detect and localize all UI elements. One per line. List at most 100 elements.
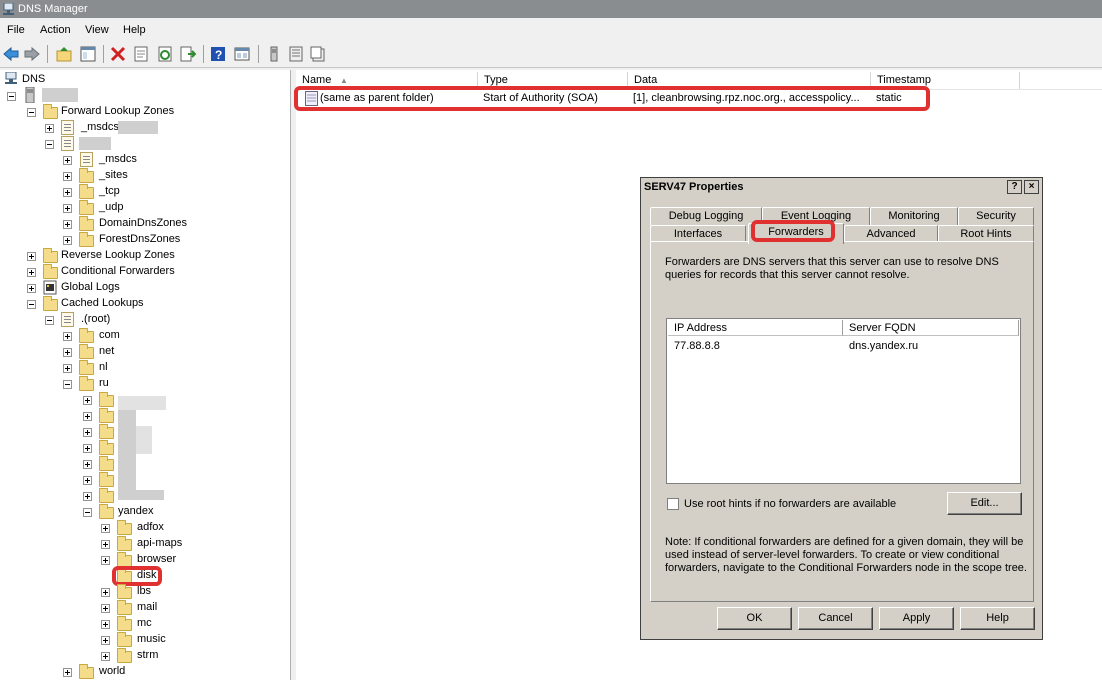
collapse-icon[interactable] (27, 300, 36, 309)
expand-icon[interactable] (101, 620, 110, 629)
expand-icon[interactable] (63, 188, 72, 197)
expand-icon[interactable] (101, 540, 110, 549)
expand-icon[interactable] (27, 268, 36, 277)
tree-item-forestdnszones[interactable]: ForestDnsZones (99, 233, 180, 245)
tab-security[interactable]: Security (958, 207, 1034, 225)
back-icon[interactable] (3, 46, 19, 62)
ok-button[interactable]: OK (717, 607, 792, 630)
expand-icon[interactable] (63, 156, 72, 165)
tree-item-yandex[interactable]: yandex (118, 505, 153, 517)
tree-item-domaindnszones[interactable]: DomainDnsZones (99, 217, 187, 229)
tree-item-lbs[interactable]: lbs (137, 585, 151, 597)
menu-file[interactable]: File (7, 24, 25, 36)
expand-icon[interactable] (63, 220, 72, 229)
tree-item-mc[interactable]: mc (137, 617, 152, 629)
expand-icon[interactable] (83, 460, 92, 469)
tree-item-com[interactable]: com (99, 329, 120, 341)
tab-debug-logging[interactable]: Debug Logging (650, 207, 762, 225)
refresh-icon[interactable] (157, 46, 173, 62)
tree-item-msdcs-zone[interactable]: _msdcs. (81, 121, 122, 133)
expand-icon[interactable] (45, 124, 54, 133)
tree-item-root[interactable]: .(root) (81, 313, 110, 325)
column-header-server-fqdn[interactable]: Server FQDN (843, 320, 1019, 336)
collapse-icon[interactable] (45, 140, 54, 149)
expand-icon[interactable] (63, 668, 72, 677)
tree-item-udp[interactable]: _udp (99, 201, 123, 213)
properties-icon[interactable] (133, 46, 149, 62)
cancel-button[interactable]: Cancel (798, 607, 873, 630)
up-folder-icon[interactable] (56, 46, 72, 62)
tree-item-music[interactable]: music (137, 633, 166, 645)
expand-icon[interactable] (27, 284, 36, 293)
forwarders-list[interactable]: IP Address Server FQDN 77.88.8.8 dns.yan… (666, 318, 1021, 484)
expand-icon[interactable] (101, 652, 110, 661)
expand-icon[interactable] (63, 172, 72, 181)
expand-icon[interactable] (63, 332, 72, 341)
tree-item-browser[interactable]: browser (137, 553, 176, 565)
redacted-server-name (42, 88, 78, 102)
tree-item-ru[interactable]: ru (99, 377, 109, 389)
expand-icon[interactable] (83, 428, 92, 437)
expand-icon[interactable] (83, 444, 92, 453)
tree-item-cached-lookups[interactable]: Cached Lookups (61, 297, 144, 309)
toolbar-separator (47, 45, 48, 63)
menu-action[interactable]: Action (40, 24, 71, 36)
tree-item-conditional-forwarders[interactable]: Conditional Forwarders (61, 265, 175, 277)
tree-item-dns[interactable]: DNS (22, 73, 45, 85)
tree-item-global-logs[interactable]: Global Logs (61, 281, 120, 293)
mmc-icon[interactable] (234, 46, 250, 62)
collapse-icon[interactable] (45, 316, 54, 325)
expand-icon[interactable] (63, 204, 72, 213)
tree-item-strm[interactable]: strm (137, 649, 158, 661)
expand-icon[interactable] (101, 556, 110, 565)
tree-item-mail[interactable]: mail (137, 601, 157, 613)
tree-item-forward-lookup-zones[interactable]: Forward Lookup Zones (61, 105, 174, 117)
help-button[interactable]: ? (1007, 180, 1022, 194)
server-icon[interactable] (266, 46, 282, 62)
collapse-icon[interactable] (7, 92, 16, 101)
expand-icon[interactable] (101, 604, 110, 613)
forwarder-ip[interactable]: 77.88.8.8 (674, 340, 720, 352)
close-button[interactable]: × (1024, 180, 1039, 194)
tree-item-msdcs[interactable]: _msdcs (99, 153, 137, 165)
expand-icon[interactable] (101, 588, 110, 597)
tree-item-nl[interactable]: nl (99, 361, 108, 373)
tab-monitoring[interactable]: Monitoring (870, 207, 958, 225)
dialog-help-button[interactable]: Help (960, 607, 1035, 630)
expand-icon[interactable] (63, 236, 72, 245)
forward-icon[interactable] (24, 46, 40, 62)
tree-item-adfox[interactable]: adfox (137, 521, 164, 533)
expand-icon[interactable] (83, 492, 92, 501)
help-icon[interactable]: ? (210, 46, 226, 62)
tree-item-sites[interactable]: _sites (99, 169, 128, 181)
record-icon[interactable] (288, 46, 304, 62)
expand-icon[interactable] (27, 252, 36, 261)
menu-help[interactable]: Help (123, 24, 146, 36)
export-list-icon[interactable] (180, 46, 196, 62)
tree-item-api-maps[interactable]: api-maps (137, 537, 182, 549)
collapse-icon[interactable] (83, 508, 92, 517)
expand-icon[interactable] (63, 348, 72, 357)
show-hide-tree-icon[interactable] (80, 46, 96, 62)
tree-item-world[interactable]: world (99, 665, 125, 677)
expand-icon[interactable] (83, 412, 92, 421)
tree-item-tcp[interactable]: _tcp (99, 185, 120, 197)
collapse-icon[interactable] (63, 380, 72, 389)
edit-button[interactable]: Edit... (947, 492, 1022, 515)
expand-icon[interactable] (83, 396, 92, 405)
expand-icon[interactable] (83, 476, 92, 485)
scope-tree[interactable]: DNS Forward Lookup Zones _msdcs. _msdcs … (0, 70, 291, 680)
zone-icon[interactable] (310, 46, 326, 62)
redacted-domain (118, 490, 164, 500)
delete-icon[interactable] (110, 46, 126, 62)
apply-button[interactable]: Apply (879, 607, 954, 630)
tree-item-net[interactable]: net (99, 345, 114, 357)
expand-icon[interactable] (63, 364, 72, 373)
column-header-ip-address[interactable]: IP Address (668, 320, 843, 336)
use-root-hints-checkbox[interactable] (667, 498, 679, 510)
menu-view[interactable]: View (85, 24, 109, 36)
expand-icon[interactable] (101, 636, 110, 645)
tree-item-reverse-lookup-zones[interactable]: Reverse Lookup Zones (61, 249, 175, 261)
collapse-icon[interactable] (27, 108, 36, 117)
expand-icon[interactable] (101, 524, 110, 533)
